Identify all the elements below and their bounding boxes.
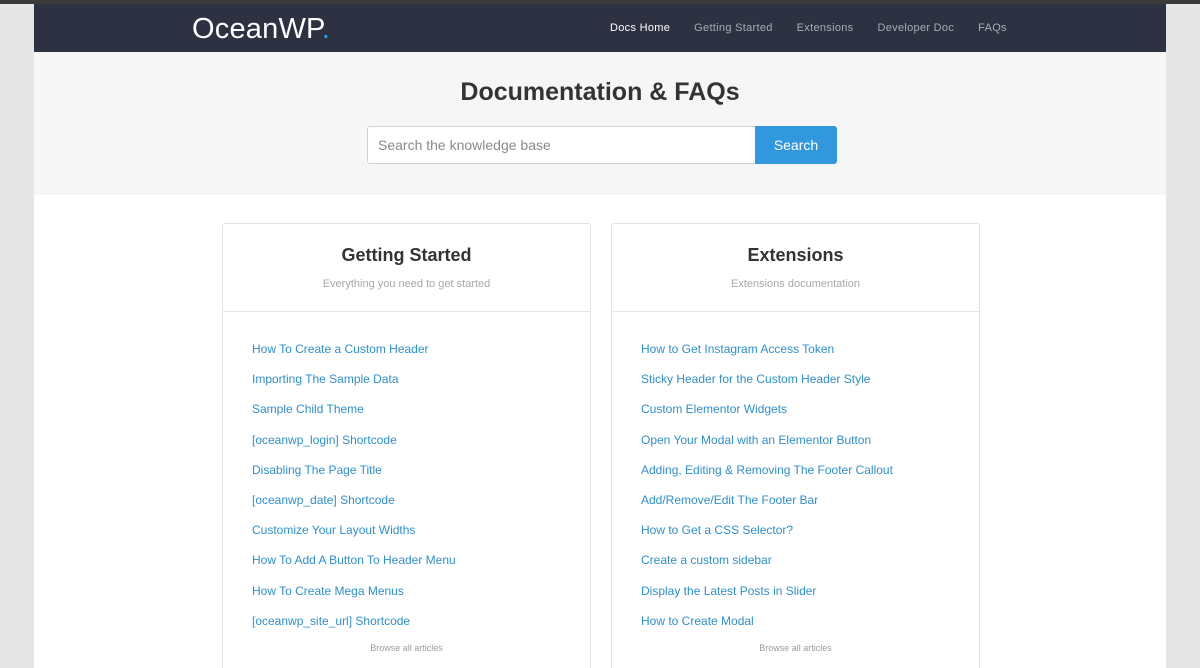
article-link[interactable]: Open Your Modal with an Elementor Button [641, 433, 871, 447]
article-link[interactable]: [oceanwp_login] Shortcode [252, 433, 397, 447]
article-link[interactable]: Adding, Editing & Removing The Footer Ca… [641, 463, 893, 477]
article-link[interactable]: Create a custom sidebar [641, 553, 772, 567]
site-header: OceanWP. Docs Home Getting Started Exten… [34, 4, 1166, 52]
article-link[interactable]: Add/Remove/Edit The Footer Bar [641, 493, 818, 507]
card-title: Getting Started [341, 245, 472, 265]
nav-faqs[interactable]: FAQs [978, 22, 1007, 34]
search-button[interactable]: Search [755, 126, 837, 164]
article-link[interactable]: Customize Your Layout Widths [252, 523, 415, 537]
browse-all-link[interactable]: Browse all articles [612, 643, 979, 653]
list-item: [oceanwp_login] Shortcode [252, 425, 590, 455]
list-item: Create a custom sidebar [641, 545, 979, 575]
nav-docs-home[interactable]: Docs Home [610, 22, 670, 34]
page-title: Documentation & FAQs [460, 78, 740, 106]
list-item: How to Create Modal [641, 606, 979, 636]
card-extensions: Extensions Extensions documentation How … [611, 223, 980, 668]
list-item: Add/Remove/Edit The Footer Bar [641, 485, 979, 515]
hero-section: Documentation & FAQs Search [34, 52, 1166, 195]
list-item: Customize Your Layout Widths [252, 515, 590, 545]
article-link[interactable]: How to Get a CSS Selector? [641, 523, 793, 537]
card-header: Extensions Extensions documentation [612, 224, 979, 312]
page: OceanWP. Docs Home Getting Started Exten… [34, 4, 1166, 668]
card-getting-started: Getting Started Everything you need to g… [222, 223, 591, 668]
main-nav: Docs Home Getting Started Extensions Dev… [610, 4, 1031, 52]
article-link[interactable]: [oceanwp_site_url] Shortcode [252, 614, 410, 628]
nav-developer-doc[interactable]: Developer Doc [877, 22, 954, 34]
card-header: Getting Started Everything you need to g… [223, 224, 590, 312]
article-link[interactable]: [oceanwp_date] Shortcode [252, 493, 395, 507]
article-link[interactable]: Sticky Header for the Custom Header Styl… [641, 372, 870, 386]
list-item: How To Create a Custom Header [252, 334, 590, 364]
list-item: How to Get Instagram Access Token [641, 334, 979, 364]
list-item: [oceanwp_date] Shortcode [252, 485, 590, 515]
article-link[interactable]: How To Create Mega Menus [252, 584, 404, 598]
article-link[interactable]: How to Get Instagram Access Token [641, 342, 834, 356]
article-link[interactable]: Importing The Sample Data [252, 372, 399, 386]
article-link[interactable]: How to Create Modal [641, 614, 754, 628]
list-item: Sample Child Theme [252, 394, 590, 424]
list-item: Disabling The Page Title [252, 455, 590, 485]
nav-getting-started[interactable]: Getting Started [694, 22, 773, 34]
article-list: How To Create a Custom Header Importing … [223, 312, 590, 636]
list-item: How To Add A Button To Header Menu [252, 545, 590, 575]
article-list: How to Get Instagram Access Token Sticky… [612, 312, 979, 636]
article-link[interactable]: Sample Child Theme [252, 402, 364, 416]
list-item: [oceanwp_site_url] Shortcode [252, 606, 590, 636]
card-subtitle: Extensions documentation [730, 278, 861, 290]
browse-all-link[interactable]: Browse all articles [223, 643, 590, 653]
search-form: Search [367, 126, 837, 164]
list-item: How to Get a CSS Selector? [641, 515, 979, 545]
list-item: Sticky Header for the Custom Header Styl… [641, 364, 979, 394]
nav-extensions[interactable]: Extensions [797, 22, 854, 34]
article-link[interactable]: How To Add A Button To Header Menu [252, 553, 456, 567]
logo-dot: . [321, 13, 331, 45]
article-link[interactable]: Disabling The Page Title [252, 463, 382, 477]
list-item: Custom Elementor Widgets [641, 394, 979, 424]
article-link[interactable]: Display the Latest Posts in Slider [641, 584, 816, 598]
search-input[interactable] [367, 126, 755, 164]
article-link[interactable]: Custom Elementor Widgets [641, 402, 787, 416]
logo-text: OceanWP [192, 13, 322, 45]
list-item: Adding, Editing & Removing The Footer Ca… [641, 455, 979, 485]
card-subtitle: Everything you need to get started [322, 278, 491, 290]
card-title: Extensions [747, 245, 844, 265]
article-link[interactable]: How To Create a Custom Header [252, 342, 429, 356]
list-item: How To Create Mega Menus [252, 576, 590, 606]
list-item: Open Your Modal with an Elementor Button [641, 425, 979, 455]
list-item: Importing The Sample Data [252, 364, 590, 394]
list-item: Display the Latest Posts in Slider [641, 576, 979, 606]
site-logo[interactable]: OceanWP. [192, 13, 330, 46]
